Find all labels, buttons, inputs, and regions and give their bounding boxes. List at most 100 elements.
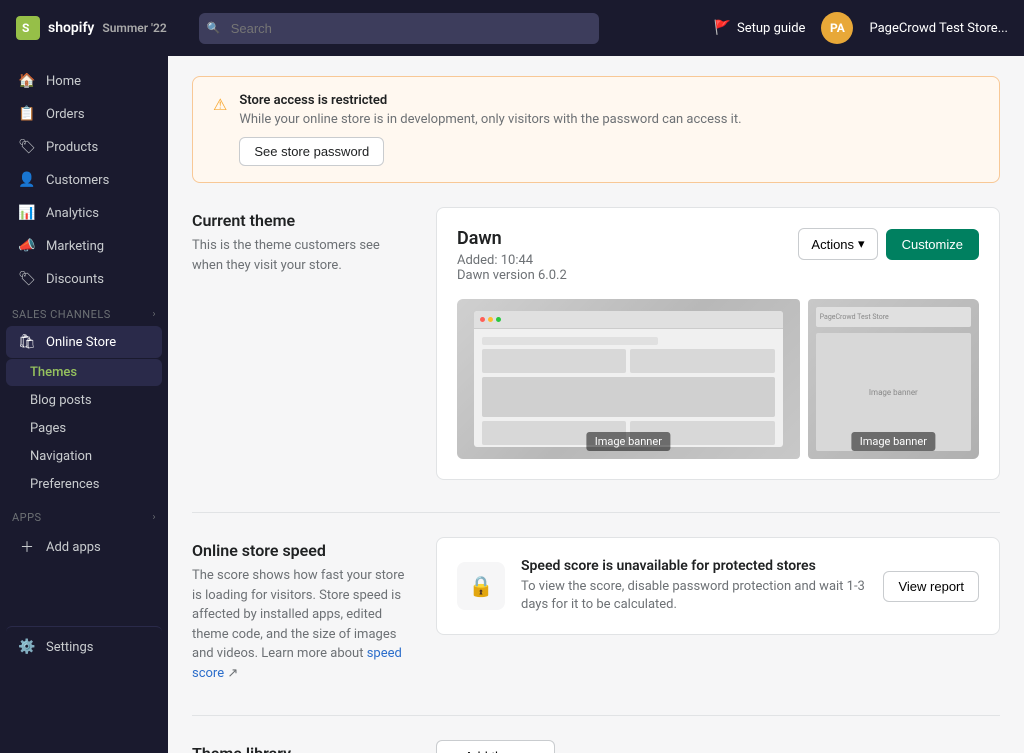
theme-header: Dawn Added: 10:44 Dawn version 6.0.2 Act… — [457, 228, 979, 283]
products-icon: 🏷 — [18, 139, 36, 155]
desktop-preview-label: Image banner — [587, 432, 670, 451]
sidebar-label-products: Products — [46, 140, 98, 155]
banner-title: Store access is restricted — [239, 93, 741, 108]
topbar: S shopify Summer '22 🚩 Setup guide PA Pa… — [0, 0, 1024, 56]
speed-desc: Online store speed The score shows how f… — [192, 537, 412, 683]
sidebar-label-settings: Settings — [46, 640, 93, 655]
lock-icon: 🔒 — [457, 562, 505, 610]
sidebar-label-orders: Orders — [46, 107, 85, 122]
view-report-button[interactable]: View report — [883, 571, 979, 602]
theme-info: Dawn Added: 10:44 Dawn version 6.0.2 — [457, 228, 567, 283]
sidebar-label-online-store: Online Store — [46, 335, 116, 350]
apps-section-label: Apps — [12, 511, 42, 524]
add-apps-icon: ＋ — [18, 537, 36, 557]
setup-guide-label: Setup guide — [737, 21, 805, 36]
sidebar-subitem-navigation[interactable]: Navigation — [6, 443, 162, 470]
theme-name: Dawn — [457, 228, 567, 249]
flag-icon: 🚩 — [714, 20, 731, 36]
sidebar-label-preferences: Preferences — [30, 477, 99, 492]
current-theme-desc: Current theme This is the theme customer… — [192, 207, 412, 275]
svg-text:S: S — [22, 21, 29, 35]
speed-card-description: To view the score, disable password prot… — [521, 578, 867, 614]
mobile-preview-label-overlay: Image banner — [852, 432, 935, 451]
sidebar-subitem-pages[interactable]: Pages — [6, 415, 162, 442]
sidebar-label-navigation: Navigation — [30, 449, 92, 464]
theme-library-title: Theme library — [192, 744, 412, 753]
theme-added: Added: 10:44 — [457, 253, 567, 268]
apps-section: Apps › — [0, 499, 168, 528]
mobile-preview-label: Image banner — [869, 388, 918, 397]
add-theme-label: Add theme — [465, 749, 528, 753]
sales-channels-label: Sales channels — [12, 308, 111, 321]
speed-card: 🔒 Speed score is unavailable for protect… — [436, 537, 1000, 635]
sidebar-item-marketing[interactable]: 📣 Marketing — [6, 230, 162, 262]
sidebar-item-products[interactable]: 🏷 Products — [6, 131, 162, 163]
topbar-right: 🚩 Setup guide PA PageCrowd Test Store... — [714, 12, 1008, 44]
speed-title: Online store speed — [192, 541, 412, 560]
settings-icon: ⚙️ — [18, 639, 36, 655]
see-store-password-button[interactable]: See store password — [239, 137, 384, 166]
setup-guide-button[interactable]: 🚩 Setup guide — [714, 20, 806, 36]
speed-card-text: Speed score is unavailable for protected… — [521, 558, 867, 614]
sidebar-item-customers[interactable]: 👤 Customers — [6, 164, 162, 196]
theme-library-content: + Add theme ▾ Upload zip file Connect fr… — [436, 740, 1000, 753]
customize-button[interactable]: Customize — [886, 229, 979, 260]
theme-library-desc: Theme library — [192, 740, 412, 753]
current-theme-description: This is the theme customers see when the… — [192, 236, 412, 275]
sidebar-item-settings[interactable]: ⚙️ Settings — [6, 626, 162, 663]
speed-score-link[interactable]: speed score — [192, 646, 402, 681]
current-theme-section: Current theme This is the theme customer… — [192, 207, 1000, 480]
sidebar-label-marketing: Marketing — [46, 239, 104, 254]
search-input[interactable] — [199, 13, 599, 44]
avatar[interactable]: PA — [821, 12, 853, 44]
theme-preview: Image banner PageCrowd Test Store Image … — [457, 299, 979, 459]
current-theme-card: Dawn Added: 10:44 Dawn version 6.0.2 Act… — [436, 207, 1000, 480]
search-container — [199, 13, 599, 44]
banner-description: While your online store is in developmen… — [239, 112, 741, 127]
brand-logo: S shopify Summer '22 — [16, 16, 167, 40]
sidebar-label-add-apps: Add apps — [46, 540, 101, 555]
sidebar-subitem-preferences[interactable]: Preferences — [6, 471, 162, 498]
customers-icon: 👤 — [18, 172, 36, 188]
avatar-initials: PA — [830, 21, 845, 35]
sidebar-label-customers: Customers — [46, 173, 109, 188]
store-name: PageCrowd Test Store... — [869, 21, 1008, 36]
sidebar-item-analytics[interactable]: 📊 Analytics — [6, 197, 162, 229]
home-icon: 🏠 — [18, 73, 36, 89]
sidebar-item-discounts[interactable]: 🏷 Discounts — [6, 263, 162, 295]
preview-mobile: PageCrowd Test Store Image banner Image … — [808, 299, 979, 459]
speed-section: Online store speed The score shows how f… — [192, 537, 1000, 683]
sales-channels-section: Sales channels › — [0, 296, 168, 325]
apps-chevron-icon: › — [152, 512, 156, 523]
sidebar: 🏠 Home 📋 Orders 🏷 Products 👤 Customers 📊… — [0, 56, 168, 753]
sidebar-item-orders[interactable]: 📋 Orders — [6, 98, 162, 130]
speed-card-title: Speed score is unavailable for protected… — [521, 558, 867, 574]
theme-library-section: Theme library + Add theme ▾ Upload zip f… — [192, 740, 1000, 753]
sidebar-label-home: Home — [46, 74, 81, 89]
online-store-submenu: Themes Blog posts Pages Navigation Prefe… — [0, 359, 168, 498]
theme-version: Dawn version 6.0.2 — [457, 268, 567, 283]
actions-chevron-icon: ▾ — [858, 236, 865, 252]
add-theme-button[interactable]: + Add theme ▾ — [436, 740, 555, 753]
sidebar-item-online-store[interactable]: 🛍 Online Store — [6, 326, 162, 358]
sidebar-subitem-blog-posts[interactable]: Blog posts — [6, 387, 162, 414]
sidebar-item-home[interactable]: 🏠 Home — [6, 65, 162, 97]
sidebar-subitem-themes[interactable]: Themes — [6, 359, 162, 386]
actions-button[interactable]: Actions ▾ — [798, 228, 877, 260]
brand-name: shopify — [48, 20, 94, 36]
theme-actions: Actions ▾ Customize — [798, 228, 979, 260]
marketing-icon: 📣 — [18, 238, 36, 254]
main-content: ⚠ Store access is restricted While your … — [168, 56, 1024, 753]
sidebar-label-discounts: Discounts — [46, 272, 104, 287]
sidebar-label-pages: Pages — [30, 421, 66, 436]
password-banner: ⚠ Store access is restricted While your … — [192, 76, 1000, 183]
season-label: Summer '22 — [102, 21, 166, 35]
plus-icon: + — [451, 749, 459, 753]
chevron-right-icon: › — [152, 309, 156, 320]
sidebar-item-add-apps[interactable]: ＋ Add apps — [6, 529, 162, 565]
shopify-icon: S — [16, 16, 40, 40]
actions-label: Actions — [811, 237, 854, 252]
sidebar-label-blog-posts: Blog posts — [30, 393, 92, 408]
discounts-icon: 🏷 — [18, 271, 36, 287]
banner-text: Store access is restricted While your on… — [239, 93, 741, 166]
